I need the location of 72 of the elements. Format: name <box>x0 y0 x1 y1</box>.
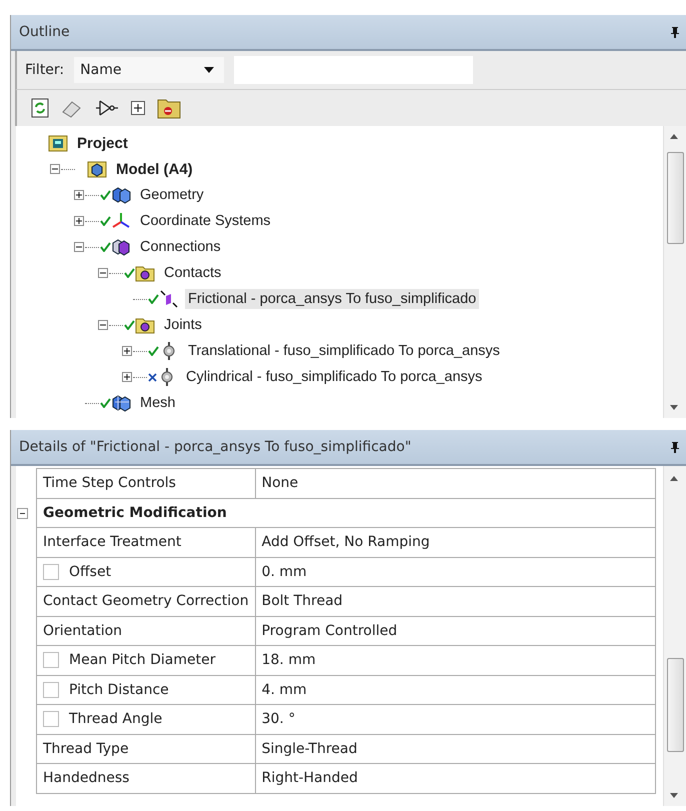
axes-icon <box>111 212 131 230</box>
parameter-checkbox[interactable] <box>43 711 59 728</box>
scroll-thumb[interactable] <box>667 658 684 752</box>
expand-icon[interactable] <box>74 190 84 200</box>
scrollbar[interactable] <box>663 466 686 806</box>
property-value[interactable]: 4. mm <box>255 675 656 704</box>
scroll-thumb[interactable] <box>667 152 684 244</box>
filter-dropdown[interactable]: Name <box>74 57 224 83</box>
property-value[interactable]: 30. ° <box>255 704 656 734</box>
refresh-icon[interactable] <box>31 98 49 118</box>
property-value[interactable]: Right-Handed <box>255 764 656 793</box>
collapse-icon[interactable] <box>98 268 108 278</box>
expand-icon[interactable] <box>122 346 132 356</box>
scroll-down-icon[interactable] <box>670 793 678 798</box>
property-name: Pitch Distance <box>69 682 169 698</box>
property-name: Contact Geometry Correction <box>36 586 256 616</box>
parameter-checkbox[interactable] <box>43 564 59 580</box>
model-icon <box>87 160 107 178</box>
parameter-checkbox[interactable] <box>43 652 59 668</box>
pin-icon[interactable] <box>670 441 680 453</box>
pin-icon[interactable] <box>670 26 680 38</box>
tree-item[interactable]: Geometry <box>137 185 207 205</box>
property-value[interactable]: Single-Thread <box>255 734 656 764</box>
tree-item[interactable]: Translational - fuso_simplificado To porca_ansys <box>185 341 503 361</box>
expand-all-icon[interactable] <box>131 101 145 115</box>
collapse-icon[interactable] <box>50 164 60 174</box>
mesh-icon <box>111 394 131 412</box>
tree-item[interactable]: Frictional - porca_ansys To fuso_simplificado <box>185 289 480 309</box>
expand-icon[interactable] <box>74 216 84 226</box>
property-value[interactable]: Bolt Thread <box>255 586 656 616</box>
collapse-icon[interactable] <box>17 508 28 518</box>
caret-icon <box>204 67 214 73</box>
tree-item[interactable]: Cylindrical - fuso_simplificado To porca_ansys <box>183 367 486 387</box>
collapse-icon[interactable] <box>74 242 84 252</box>
tree-item[interactable]: Joints <box>161 315 205 335</box>
gate-icon[interactable] <box>95 98 119 118</box>
scroll-up-icon[interactable] <box>670 476 678 481</box>
property-name: Time Step Controls <box>36 468 256 498</box>
property-value[interactable]: Program Controlled <box>255 616 656 646</box>
filter-label: Filter: <box>25 62 64 78</box>
folder-icon[interactable] <box>157 97 181 119</box>
property-name: Thread Type <box>36 734 256 764</box>
tree-item[interactable]: Model (A4) <box>113 158 196 180</box>
tree-item[interactable]: Mesh <box>137 393 178 413</box>
folder-icon <box>135 264 155 282</box>
tree-item[interactable]: Coordinate Systems <box>137 211 274 231</box>
scroll-down-icon[interactable] <box>670 405 678 410</box>
panel-title: Outline <box>19 24 70 40</box>
scrollbar[interactable] <box>663 126 686 418</box>
parameter-checkbox[interactable] <box>43 682 59 698</box>
scroll-up-icon[interactable] <box>670 134 678 139</box>
expand-icon[interactable] <box>122 372 132 382</box>
contact-icon <box>159 290 179 308</box>
property-value[interactable]: None <box>255 468 656 498</box>
collapse-icon[interactable] <box>98 320 108 330</box>
project-icon <box>48 134 68 152</box>
property-name: Orientation <box>36 616 256 646</box>
property-value[interactable]: 18. mm <box>255 646 656 675</box>
tree-item[interactable]: Connections <box>137 237 224 257</box>
property-name: Offset <box>69 564 112 580</box>
property-name: Handedness <box>36 764 256 793</box>
property-name: Mean Pitch Diameter <box>69 652 216 668</box>
tree-item[interactable]: Contacts <box>161 263 224 283</box>
connections-icon <box>111 238 131 256</box>
tree-item[interactable]: Project <box>74 132 131 154</box>
cubes-icon <box>111 186 131 204</box>
panel-title: Details of "Frictional - porca_ansys To fuso_simplificado" <box>19 439 412 455</box>
property-name: Interface Treatment <box>36 528 256 557</box>
folder-icon <box>135 316 155 334</box>
property-value[interactable]: 0. mm <box>255 557 656 586</box>
property-name: Thread Angle <box>69 711 162 728</box>
property-value[interactable]: Add Offset, No Ramping <box>255 528 656 557</box>
